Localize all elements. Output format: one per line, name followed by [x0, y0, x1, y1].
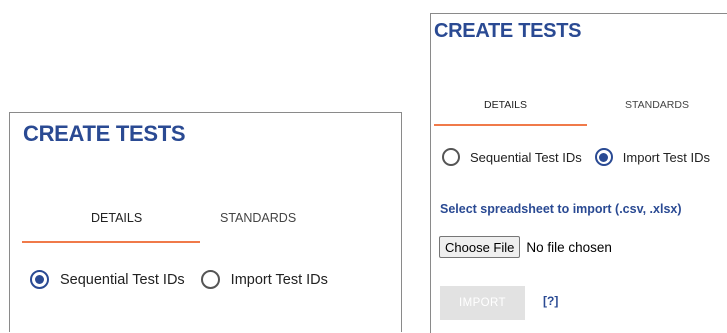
sequential-test-ids-radio[interactable]: [30, 270, 49, 289]
radio-selected-dot: [599, 152, 609, 162]
active-tab-indicator: [22, 241, 200, 243]
file-input: Choose File No file chosen: [439, 236, 612, 258]
page-title: CREATE TESTS: [23, 121, 186, 146]
tab-details[interactable]: DETAILS: [91, 211, 142, 225]
page-title: CREATE TESTS: [434, 20, 582, 42]
tab-details[interactable]: DETAILS: [484, 99, 527, 111]
import-test-ids-label[interactable]: Import Test IDs: [231, 272, 328, 288]
help-link[interactable]: [?]: [543, 294, 558, 308]
file-status-text: No file chosen: [526, 239, 612, 255]
sequential-test-ids-label[interactable]: Sequential Test IDs: [470, 150, 582, 165]
import-button[interactable]: IMPORT: [440, 286, 525, 320]
create-tests-panel-right: CREATE TESTS DETAILS STANDARDS Sequentia…: [430, 13, 727, 333]
test-id-mode-radio-group: Sequential Test IDs Import Test IDs: [442, 148, 710, 166]
import-test-ids-label[interactable]: Import Test IDs: [623, 150, 710, 165]
tab-standards[interactable]: STANDARDS: [625, 99, 689, 111]
active-tab-indicator: [434, 124, 587, 126]
import-test-ids-radio[interactable]: [594, 148, 613, 166]
sequential-test-ids-label[interactable]: Sequential Test IDs: [60, 272, 185, 288]
create-tests-panel-left: CREATE TESTS DETAILS STANDARDS Sequentia…: [9, 112, 402, 332]
select-spreadsheet-label: Select spreadsheet to import (.csv, .xls…: [440, 202, 682, 216]
sequential-test-ids-radio[interactable]: [442, 148, 460, 166]
import-test-ids-radio[interactable]: [200, 270, 220, 289]
tab-standards[interactable]: STANDARDS: [220, 211, 296, 225]
choose-file-button[interactable]: Choose File: [439, 236, 521, 258]
radio-selected-dot: [35, 275, 44, 284]
test-id-mode-radio-group: Sequential Test IDs Import Test IDs: [30, 270, 328, 289]
